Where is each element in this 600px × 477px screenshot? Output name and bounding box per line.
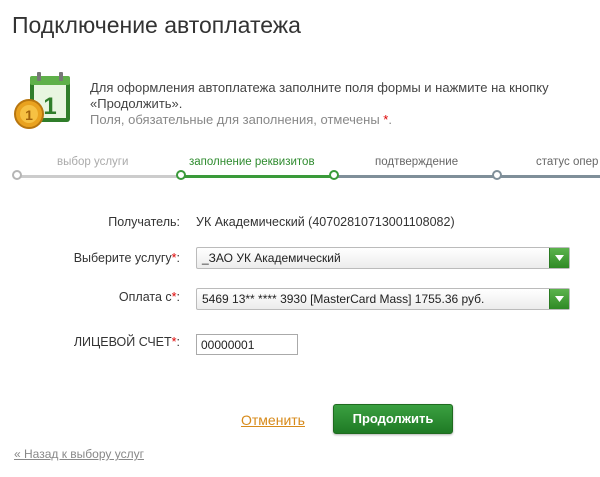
info-line-1: Для оформления автоплатежа заполните пол… — [90, 80, 549, 95]
track-active — [180, 175, 333, 178]
step-dot-details — [176, 170, 186, 180]
chevron-down-icon — [555, 296, 564, 302]
payment-dropdown-button[interactable] — [549, 289, 569, 309]
service-label-text: Выберите услугу — [73, 251, 172, 265]
step-dot-confirm — [329, 170, 339, 180]
track-done — [16, 175, 180, 178]
back-to-services-link[interactable]: « Назад к выбору услуг — [14, 447, 144, 461]
account-number-input[interactable] — [196, 334, 298, 355]
svg-text:1: 1 — [25, 107, 33, 123]
service-label: Выберите услугу*: — [74, 251, 180, 265]
step-label-status: статус опер — [536, 156, 599, 168]
svg-text:1: 1 — [43, 93, 56, 120]
payment-label-text: Оплата с — [118, 290, 172, 304]
payment-select-value: 5469 13** **** 3930 [MasterCard Mass] 17… — [202, 292, 485, 306]
step-dot-service — [12, 170, 22, 180]
required-note-text: Поля, обязательные для заполнения, отмеч… — [90, 112, 380, 127]
recipient-label: Получатель: — [108, 215, 180, 229]
chevron-down-icon — [555, 255, 564, 261]
account-label-text: ЛИЦЕВОЙ СЧЕТ — [73, 335, 172, 349]
payment-card-select[interactable]: 5469 13** **** 3930 [MasterCard Mass] 17… — [196, 288, 570, 310]
continue-button[interactable]: Продолжить — [333, 404, 453, 434]
cancel-link[interactable]: Отменить — [241, 412, 305, 428]
step-dot-status — [492, 170, 502, 180]
service-label-colon: : — [176, 251, 180, 265]
account-label: ЛИЦЕВОЙ СЧЕТ*: — [74, 335, 180, 349]
service-select-value: _ЗАО УК Академический — [202, 251, 341, 265]
payment-label-colon: : — [176, 290, 180, 304]
step-label-details: заполнение реквизитов — [189, 156, 315, 168]
page-title: Подключение автоплатежа — [12, 12, 301, 38]
service-dropdown-button[interactable] — [549, 248, 569, 268]
required-note: Поля, обязательные для заполнения, отмеч… — [90, 112, 600, 128]
info-line-2: «Продолжить». — [90, 96, 183, 111]
account-label-colon: : — [176, 335, 180, 349]
service-select[interactable]: _ЗАО УК Академический — [196, 247, 570, 269]
info-block: Для оформления автоплатежа заполните пол… — [90, 80, 600, 128]
recipient-value: УК Академический (40702810713001108082) — [196, 215, 455, 229]
info-instruction: Для оформления автоплатежа заполните пол… — [90, 80, 600, 112]
calendar-coin-icon: 1 1 — [14, 72, 70, 129]
required-note-period: . — [388, 112, 392, 127]
payment-label: Оплата с*: — [119, 290, 180, 304]
step-label-service: выбор услуги — [57, 156, 129, 168]
track-todo — [333, 175, 600, 178]
step-label-confirm: подтверждение — [375, 156, 459, 168]
